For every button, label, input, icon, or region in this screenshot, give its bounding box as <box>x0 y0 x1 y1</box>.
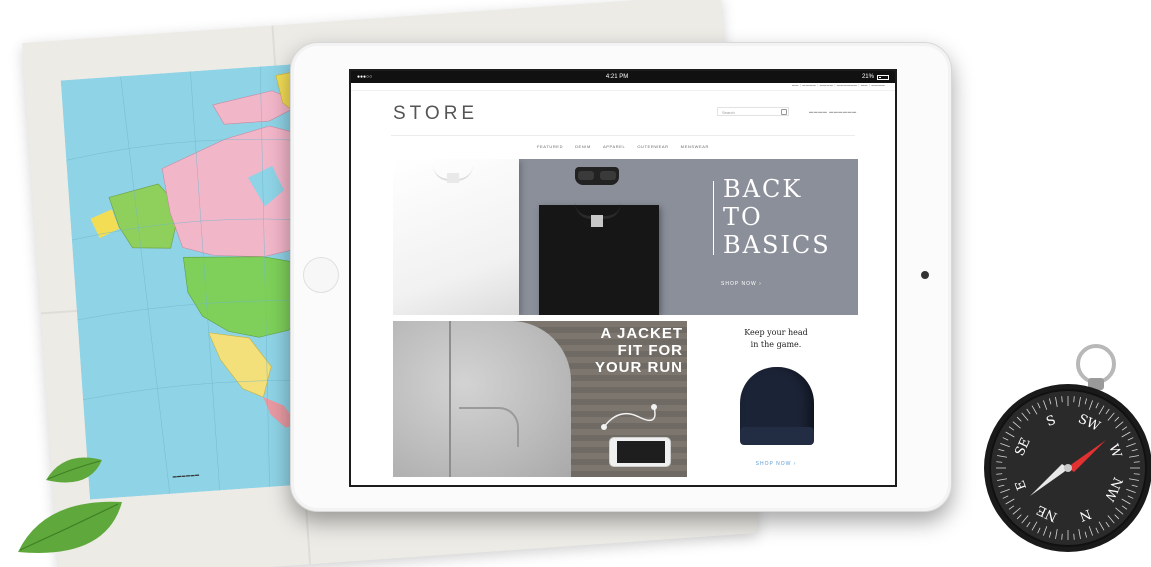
beanie-title-line: in the game. <box>750 340 802 349</box>
beanie-cuff <box>740 427 814 445</box>
hero-banner[interactable]: BACK TO BASICS SHOP NOW › <box>393 159 858 315</box>
camera-icon <box>921 271 929 279</box>
compass-ring <box>1076 344 1116 384</box>
compass-tick <box>996 473 1003 475</box>
beanie-title-line: Keep your head <box>744 328 808 337</box>
nav-item-outerwear[interactable]: OUTERWEAR <box>637 144 668 149</box>
search-input[interactable]: Search <box>717 107 789 116</box>
compass-tick <box>1133 461 1140 463</box>
jacket-title-line: A JACKET <box>600 325 683 342</box>
white-tshirt-image <box>393 159 519 315</box>
store-logo[interactable]: STORE <box>393 103 478 125</box>
battery-icon <box>876 74 889 80</box>
smartphone-image <box>609 437 671 467</box>
earbuds-image <box>601 404 657 430</box>
status-bar: ●●●○○ 4:21 PM 21% <box>351 71 895 83</box>
battery-percent: 21% <box>861 74 874 80</box>
sunglasses-image <box>575 167 619 185</box>
jacket-promo-banner[interactable]: A JACKET FIT FOR YOUR RUN <box>393 321 687 477</box>
nav-item-featured[interactable]: FEATURED <box>537 144 563 149</box>
tablet-device: ●●●○○ 4:21 PM 21% ▬▬ | ▬▬▬▬ | ▬▬▬▬ | ▬▬▬… <box>290 42 952 512</box>
search-icon[interactable] <box>781 109 787 115</box>
compass-tick <box>1073 396 1075 403</box>
hero-title-line: TO <box>723 203 763 231</box>
black-tshirt-image <box>539 205 659 315</box>
compass-pivot <box>1064 464 1072 472</box>
beanie-promo[interactable]: Keep your head in the game. SHOP NOW › <box>696 321 856 477</box>
hero-divider <box>713 181 714 255</box>
hoodie-pocket <box>459 407 519 447</box>
home-button[interactable] <box>303 257 339 293</box>
account-link[interactable]: ▬▬▬▬ ▬▬▬▬▬▬ <box>809 109 857 114</box>
tshirt-tag <box>447 173 459 183</box>
compass-tick <box>1133 473 1140 475</box>
compass-tick <box>996 461 1003 463</box>
utility-links: ▬▬ | ▬▬▬▬ | ▬▬▬▬ | ▬▬▬▬▬▬ | ▬▬ | ▬▬▬▬ <box>351 83 895 91</box>
leaf-icon <box>18 501 122 553</box>
compass-tick <box>1073 533 1075 540</box>
jacket-title-line: YOUR RUN <box>594 359 683 376</box>
nav-item-denim[interactable]: DENIM <box>575 144 591 149</box>
battery-indicator: 21% <box>862 74 889 80</box>
tshirt-tag <box>591 215 603 227</box>
hero-title-line: BACK <box>723 175 803 203</box>
hero-title: BACK TO BASICS <box>723 175 853 259</box>
beanie-shop-now-link[interactable]: SHOP NOW › <box>696 461 856 467</box>
jacket-promo-title: A JACKET FIT FOR YOUR RUN <box>553 325 683 376</box>
hero-title-line: BASICS <box>723 231 831 259</box>
jacket-title-line: FIT FOR <box>617 342 683 359</box>
leaf-icon <box>46 457 102 483</box>
compass-tick <box>1061 396 1063 403</box>
signal-indicator: ●●●○○ <box>357 74 373 80</box>
tablet-screen: ●●●○○ 4:21 PM 21% ▬▬ | ▬▬▬▬ | ▬▬▬▬ | ▬▬▬… <box>349 69 897 487</box>
nav-item-menswear[interactable]: MENSWEAR <box>681 144 709 149</box>
store-header: STORE Search ▬▬▬▬ ▬▬▬▬▬▬ <box>351 91 895 135</box>
compass-tick <box>1061 533 1063 540</box>
hoodie-zipper <box>449 321 451 477</box>
store-nav: FEATURED DENIM APPAREL OUTERWEAR MENSWEA… <box>391 135 855 157</box>
compass-image: NNEESES SWWNW <box>984 344 1151 552</box>
hoodie-image <box>393 321 571 477</box>
hero-shop-now-link[interactable]: SHOP NOW › <box>721 281 762 287</box>
status-time: 4:21 PM <box>605 74 629 80</box>
phone-screen <box>617 441 665 463</box>
beanie-image <box>740 367 814 445</box>
beanie-promo-title: Keep your head in the game. <box>696 327 856 351</box>
nav-item-apparel[interactable]: APPAREL <box>603 144 625 149</box>
